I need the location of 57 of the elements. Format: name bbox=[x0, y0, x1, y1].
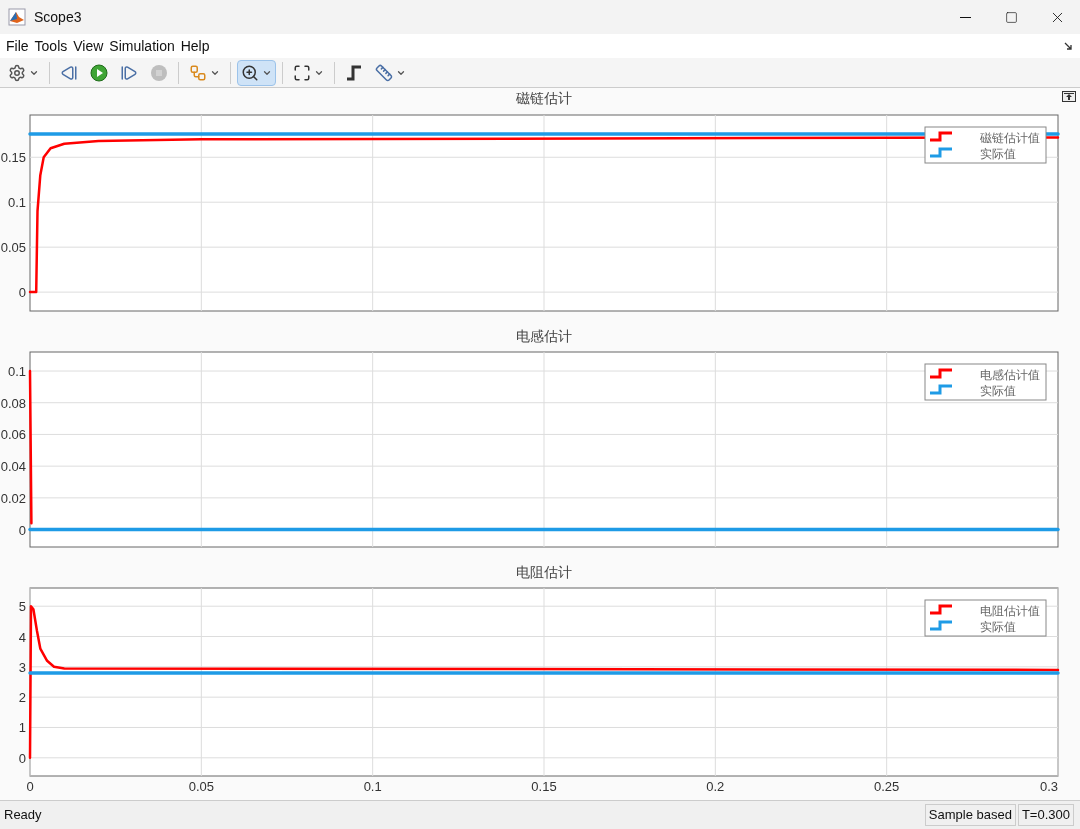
legend-label: 实际值 bbox=[980, 384, 1016, 398]
y-tick-label: 0.02 bbox=[0, 490, 26, 506]
y-tick-label: 4 bbox=[18, 629, 26, 645]
y-tick-label: 3 bbox=[18, 659, 26, 675]
minimize-icon bbox=[959, 16, 971, 18]
y-tick-label: 0 bbox=[18, 750, 26, 766]
maximize-icon bbox=[1004, 10, 1018, 24]
x-tick-label: 0.1 bbox=[363, 779, 382, 794]
y-tick-label: 5 bbox=[18, 599, 26, 615]
y-tick-label: 0 bbox=[18, 522, 26, 538]
stop-icon bbox=[150, 63, 168, 82]
legend-label: 实际值 bbox=[980, 620, 1016, 634]
legend-label: 磁链估计值 bbox=[980, 131, 1040, 145]
status-mode: Sample based bbox=[924, 804, 1016, 826]
legend-label: 实际值 bbox=[980, 147, 1016, 161]
status-message: Ready bbox=[4, 806, 42, 825]
y-tick-label: 2 bbox=[18, 690, 26, 706]
menu-item[interactable]: Tools bbox=[31, 35, 71, 57]
fit-icon bbox=[293, 63, 311, 82]
menu-item[interactable]: File bbox=[3, 35, 32, 57]
step-back-icon bbox=[60, 63, 78, 82]
x-tick-label: 0.2 bbox=[706, 779, 725, 794]
x-tick-label: 0.05 bbox=[188, 779, 214, 794]
step-forward-icon bbox=[120, 63, 138, 82]
y-tick-label: 0 bbox=[18, 285, 26, 301]
y-tick-label: 0.15 bbox=[0, 150, 26, 166]
x-tick-label: 0.25 bbox=[874, 779, 900, 794]
y-tick-label: 0.05 bbox=[0, 240, 26, 256]
dock-arrow-icon[interactable] bbox=[1064, 41, 1073, 51]
y-tick-label: 0.04 bbox=[0, 459, 26, 475]
menu-item[interactable]: Help bbox=[177, 35, 213, 57]
menu-item[interactable]: View bbox=[70, 35, 107, 57]
y-tick-label: 0.08 bbox=[0, 395, 26, 411]
chart-title: 电感估计 bbox=[516, 328, 572, 344]
zoom-in-icon bbox=[241, 63, 259, 82]
chart-title: 磁链估计 bbox=[516, 90, 572, 106]
y-tick-label: 0.06 bbox=[0, 427, 26, 443]
legend-label: 电感估计值 bbox=[980, 368, 1040, 382]
menu-item[interactable]: Simulation bbox=[106, 35, 178, 57]
window-title: Scope3 bbox=[34, 7, 82, 27]
y-tick-label: 0.1 bbox=[7, 195, 26, 211]
diagram-icon bbox=[189, 63, 207, 82]
step-signal-icon bbox=[345, 63, 363, 82]
ruler-icon bbox=[375, 63, 393, 82]
play-icon bbox=[90, 63, 108, 82]
y-tick-label: 0.1 bbox=[7, 364, 26, 379]
undock-icon[interactable] bbox=[1062, 91, 1076, 102]
x-tick-label: 0.15 bbox=[531, 779, 557, 794]
app-logo-icon bbox=[8, 8, 26, 26]
x-tick-label: 0 bbox=[26, 779, 34, 794]
chart-title: 电阻估计 bbox=[516, 564, 572, 580]
toolbar-button[interactable] bbox=[237, 59, 276, 86]
y-tick-label: 1 bbox=[18, 720, 26, 736]
legend-label: 电阻估计值 bbox=[980, 604, 1040, 618]
x-tick-label: 0.3 bbox=[1039, 779, 1058, 794]
status-time: T=0.300 bbox=[1017, 804, 1074, 826]
gear-icon bbox=[8, 63, 26, 82]
